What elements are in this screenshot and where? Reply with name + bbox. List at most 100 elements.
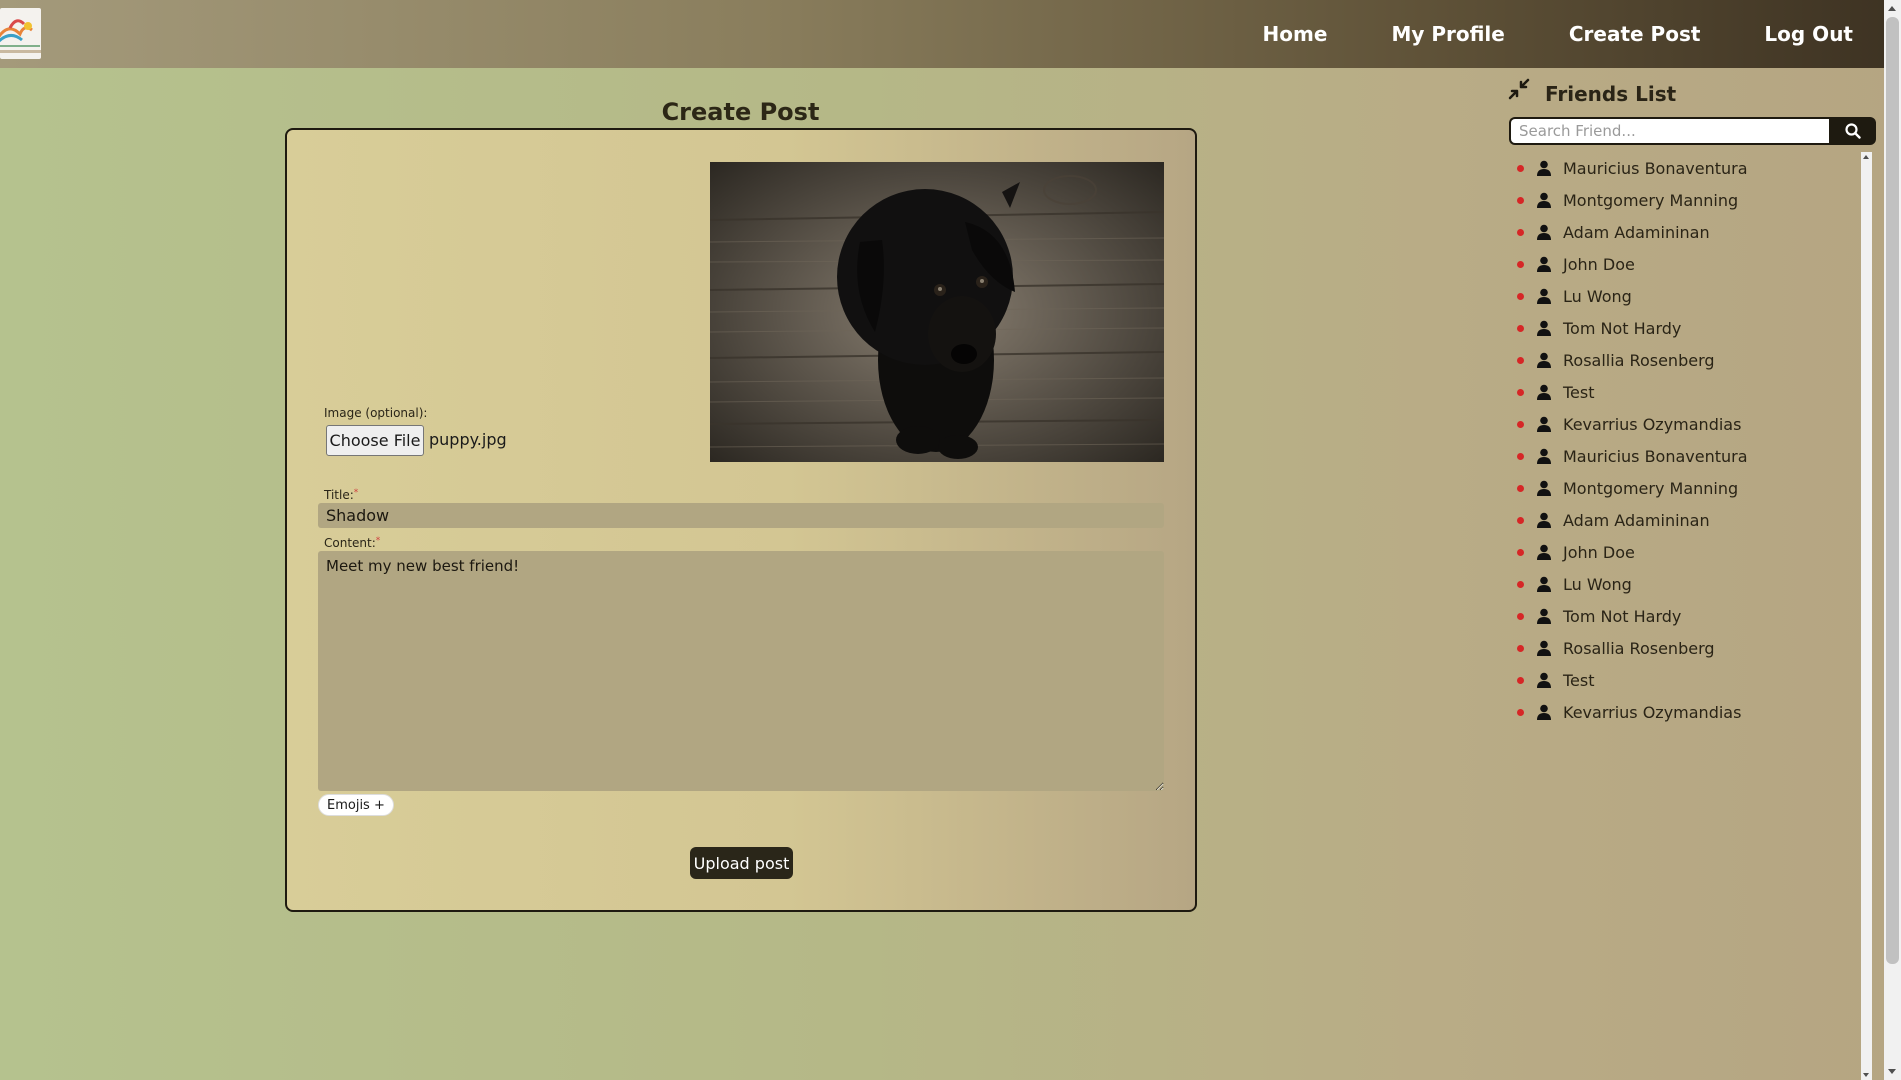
- status-dot-icon: [1517, 581, 1524, 588]
- status-dot-icon: [1517, 453, 1524, 460]
- person-icon: [1537, 384, 1551, 400]
- friend-list-item[interactable]: Adam Adamininan: [1506, 216, 1866, 248]
- status-dot-icon: [1517, 517, 1524, 524]
- person-icon: [1537, 704, 1551, 720]
- scrollbar-thumb[interactable]: [1886, 17, 1899, 964]
- friend-list-item[interactable]: Adam Adamininan: [1506, 504, 1866, 536]
- status-dot-icon: [1517, 389, 1524, 396]
- title-label: Title:*: [324, 488, 358, 502]
- emojis-button[interactable]: Emojis +: [318, 794, 394, 816]
- person-icon: [1537, 256, 1551, 272]
- friend-list-item[interactable]: Tom Not Hardy: [1506, 600, 1866, 632]
- nav-log-out-link[interactable]: Log Out: [1764, 22, 1853, 46]
- person-icon: [1537, 640, 1551, 656]
- nav-home-link[interactable]: Home: [1263, 22, 1328, 46]
- friend-name: Kevarrius Ozymandias: [1563, 703, 1742, 722]
- nav-my-profile-link[interactable]: My Profile: [1391, 22, 1504, 46]
- friend-name: Test: [1563, 671, 1595, 690]
- friend-name: Mauricius Bonaventura: [1563, 447, 1748, 466]
- status-dot-icon: [1517, 549, 1524, 556]
- choose-file-button[interactable]: Choose File: [326, 425, 424, 456]
- friend-name: John Doe: [1563, 255, 1635, 274]
- status-dot-icon: [1517, 325, 1524, 332]
- friend-list-item[interactable]: Rosallia Rosenberg: [1506, 632, 1866, 664]
- friend-list-item[interactable]: Tom Not Hardy: [1506, 312, 1866, 344]
- person-icon: [1537, 512, 1551, 528]
- friend-list-item[interactable]: Test: [1506, 664, 1866, 696]
- friend-name: Rosallia Rosenberg: [1563, 351, 1715, 370]
- required-mark: *: [353, 488, 359, 498]
- title-input[interactable]: [318, 503, 1164, 528]
- puppy-photo-icon: [710, 162, 1164, 462]
- friend-list-item[interactable]: Rosallia Rosenberg: [1506, 344, 1866, 376]
- friend-name: Tom Not Hardy: [1563, 319, 1682, 338]
- scroll-down-arrow-icon[interactable]: [1863, 1073, 1869, 1077]
- upload-post-button[interactable]: Upload post: [690, 847, 793, 879]
- scroll-up-arrow-icon[interactable]: [1863, 155, 1869, 159]
- status-dot-icon: [1517, 357, 1524, 364]
- status-dot-icon: [1517, 293, 1524, 300]
- friend-name: Lu Wong: [1563, 575, 1632, 594]
- friend-name: John Doe: [1563, 543, 1635, 562]
- compress-icon[interactable]: [1508, 78, 1530, 100]
- friend-list-item[interactable]: John Doe: [1506, 536, 1866, 568]
- friend-list-item[interactable]: Mauricius Bonaventura: [1506, 440, 1866, 472]
- friend-list-item[interactable]: John Doe: [1506, 248, 1866, 280]
- friend-name: Montgomery Manning: [1563, 479, 1739, 498]
- image-preview: [710, 162, 1164, 462]
- nav-create-post-link[interactable]: Create Post: [1569, 22, 1701, 46]
- friend-name: Kevarrius Ozymandias: [1563, 415, 1742, 434]
- friends-header: Friends List: [1506, 78, 1878, 112]
- friend-name: Montgomery Manning: [1563, 191, 1739, 210]
- content-label-text: Content:: [324, 536, 376, 550]
- search-button[interactable]: [1829, 117, 1876, 145]
- search-friend-input[interactable]: [1509, 117, 1831, 145]
- nav-links: Home My Profile Create Post Log Out: [1263, 0, 1853, 68]
- status-dot-icon: [1517, 709, 1524, 716]
- image-label: Image (optional):: [324, 406, 428, 420]
- scroll-up-arrow-icon[interactable]: [1888, 6, 1896, 11]
- friends-list-title: Friends List: [1545, 82, 1677, 106]
- page-scrollbar[interactable]: [1884, 0, 1901, 1080]
- friend-list-scrollbar[interactable]: [1861, 152, 1872, 1080]
- friend-list-item[interactable]: Lu Wong: [1506, 568, 1866, 600]
- person-icon: [1537, 576, 1551, 592]
- friend-name: Rosallia Rosenberg: [1563, 639, 1715, 658]
- scroll-down-arrow-icon[interactable]: [1888, 1069, 1896, 1074]
- person-icon: [1537, 192, 1551, 208]
- status-dot-icon: [1517, 421, 1524, 428]
- friend-name: Mauricius Bonaventura: [1563, 159, 1748, 178]
- friend-list-item[interactable]: Montgomery Manning: [1506, 184, 1866, 216]
- person-icon: [1537, 416, 1551, 432]
- content-textarea[interactable]: Meet my new best friend!: [318, 551, 1164, 791]
- friend-name: Adam Adamininan: [1563, 511, 1710, 530]
- status-dot-icon: [1517, 229, 1524, 236]
- person-icon: [1537, 160, 1551, 176]
- person-icon: [1537, 320, 1551, 336]
- friend-list-item[interactable]: Lu Wong: [1506, 280, 1866, 312]
- app-logo[interactable]: [0, 8, 41, 59]
- friend-list-item[interactable]: Montgomery Manning: [1506, 472, 1866, 504]
- person-icon: [1537, 288, 1551, 304]
- status-dot-icon: [1517, 485, 1524, 492]
- friend-list-item[interactable]: Mauricius Bonaventura: [1506, 152, 1866, 184]
- logo-icon: [0, 19, 41, 53]
- person-icon: [1537, 224, 1551, 240]
- status-dot-icon: [1517, 645, 1524, 652]
- person-icon: [1537, 608, 1551, 624]
- friend-list-item[interactable]: Test: [1506, 376, 1866, 408]
- friend-name: Lu Wong: [1563, 287, 1632, 306]
- friend-list-item[interactable]: Kevarrius Ozymandias: [1506, 408, 1866, 440]
- person-icon: [1537, 672, 1551, 688]
- search-icon: [1844, 123, 1861, 139]
- status-dot-icon: [1517, 197, 1524, 204]
- selected-file-name: puppy.jpg: [429, 430, 507, 449]
- person-icon: [1537, 480, 1551, 496]
- status-dot-icon: [1517, 613, 1524, 620]
- friend-name: Tom Not Hardy: [1563, 607, 1682, 626]
- person-icon: [1537, 448, 1551, 464]
- friends-sidebar: Friends List Mauricius Bonaventura Montgo…: [1506, 78, 1878, 722]
- friend-list-item[interactable]: Kevarrius Ozymandias: [1506, 696, 1866, 728]
- friend-name: Test: [1563, 383, 1595, 402]
- status-dot-icon: [1517, 677, 1524, 684]
